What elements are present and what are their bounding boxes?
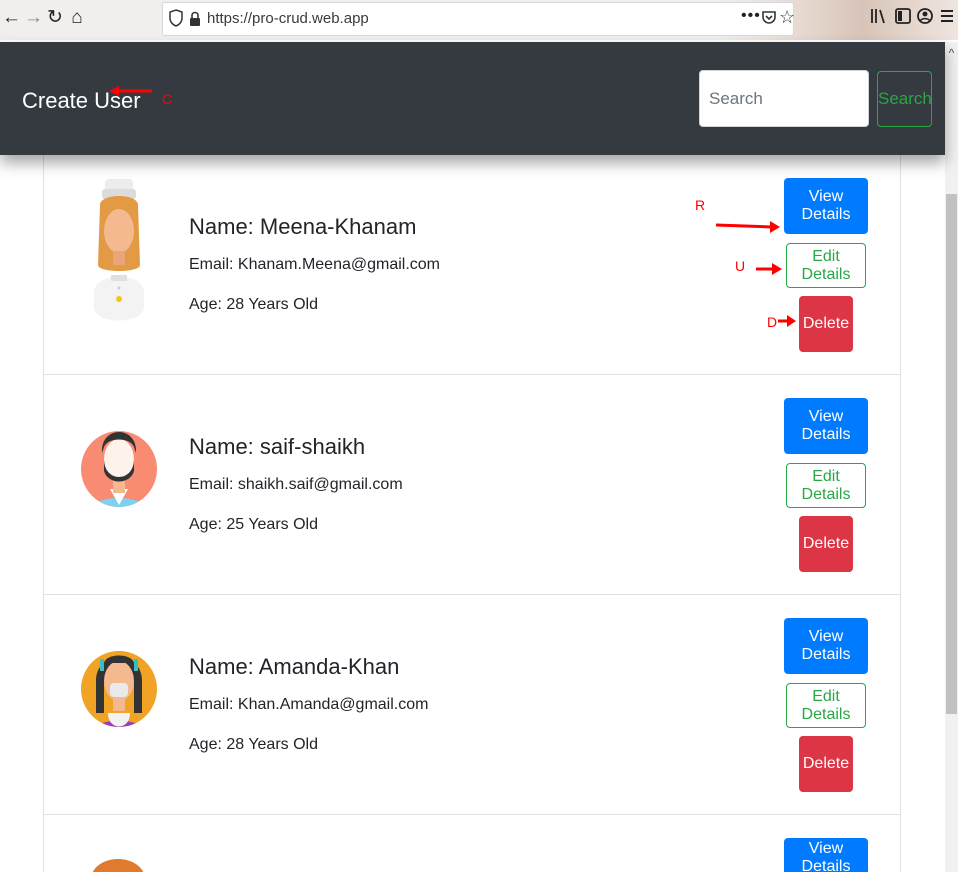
- user-age: Age: 25 Years Old: [189, 516, 318, 533]
- user-card: View Details: [44, 815, 900, 872]
- home-icon[interactable]: ⌂: [68, 7, 86, 29]
- shield-icon[interactable]: [169, 9, 183, 27]
- search-button[interactable]: Search: [877, 71, 932, 127]
- scroll-up-icon[interactable]: ^: [945, 46, 958, 60]
- user-avatar-icon: [93, 859, 143, 872]
- user-email: Email: Khan.Amanda@gmail.com: [189, 696, 429, 713]
- scroll-thumb[interactable]: [946, 194, 957, 714]
- reload-icon[interactable]: ↻: [46, 7, 64, 29]
- back-icon[interactable]: ←: [2, 7, 21, 29]
- annotation-r-label: R: [695, 197, 706, 213]
- view-details-button[interactable]: View Details: [784, 838, 868, 872]
- user-email: Email: Khanam.Meena@gmail.com: [189, 256, 441, 273]
- address-bar[interactable]: https://pro-crud.web.app ••• ☆: [162, 2, 795, 36]
- app-navbar: Create User Search: [0, 42, 945, 155]
- annotation-arrow-r: [715, 221, 780, 233]
- url-text[interactable]: https://pro-crud.web.app: [207, 10, 369, 27]
- user-email: Email: shaikh.saif@gmail.com: [189, 476, 403, 493]
- annotation-arrow-d: [778, 315, 796, 327]
- edit-details-button[interactable]: Edit Details: [786, 243, 866, 288]
- browser-toolbar: ← → ↻ ⌂ https://pro-crud.web.app ••• ☆: [0, 0, 958, 40]
- delete-button[interactable]: Delete: [799, 516, 853, 572]
- bookmark-star-icon[interactable]: ☆: [779, 7, 795, 28]
- annotation-u-label: U: [735, 258, 746, 274]
- lock-icon[interactable]: [189, 11, 201, 27]
- account-icon[interactable]: [915, 6, 935, 28]
- annotation-arrow-u: [756, 263, 782, 275]
- view-details-button[interactable]: View Details: [784, 618, 868, 674]
- user-age: Age: 28 Years Old: [189, 296, 318, 313]
- bearded-man-avatar-icon: [81, 431, 157, 507]
- view-details-button[interactable]: View Details: [784, 398, 868, 454]
- delete-button[interactable]: Delete: [799, 296, 853, 352]
- user-card: Name: Amanda-Khan Email: Khan.Amanda@gma…: [44, 595, 900, 815]
- chef-avatar-icon: [94, 179, 144, 321]
- user-name: Name: Meena-Khanam: [189, 214, 417, 239]
- user-name: Name: saif-shaikh: [189, 434, 366, 459]
- search-input[interactable]: [699, 70, 869, 127]
- page-scrollbar[interactable]: ^: [945, 42, 958, 872]
- edit-details-button[interactable]: Edit Details: [786, 683, 866, 728]
- more-actions-icon[interactable]: •••: [741, 7, 761, 25]
- user-age: Age: 28 Years Old: [189, 736, 318, 753]
- annotation-arrow-c: [109, 86, 152, 96]
- view-details-button[interactable]: View Details: [784, 178, 868, 234]
- annotation-c-label: C: [162, 91, 173, 107]
- edit-details-button[interactable]: Edit Details: [786, 463, 866, 508]
- delete-button[interactable]: Delete: [799, 736, 853, 792]
- menu-icon[interactable]: [937, 6, 957, 28]
- forward-icon[interactable]: →: [24, 7, 43, 29]
- user-card: Name: saif-shaikh Email: shaikh.saif@gma…: [44, 375, 900, 595]
- woman-avatar-icon: [81, 651, 157, 727]
- library-icon[interactable]: [868, 6, 888, 28]
- pocket-icon[interactable]: [761, 9, 777, 25]
- user-name: Name: Amanda-Khan: [189, 654, 400, 679]
- sidebar-icon[interactable]: [893, 6, 913, 28]
